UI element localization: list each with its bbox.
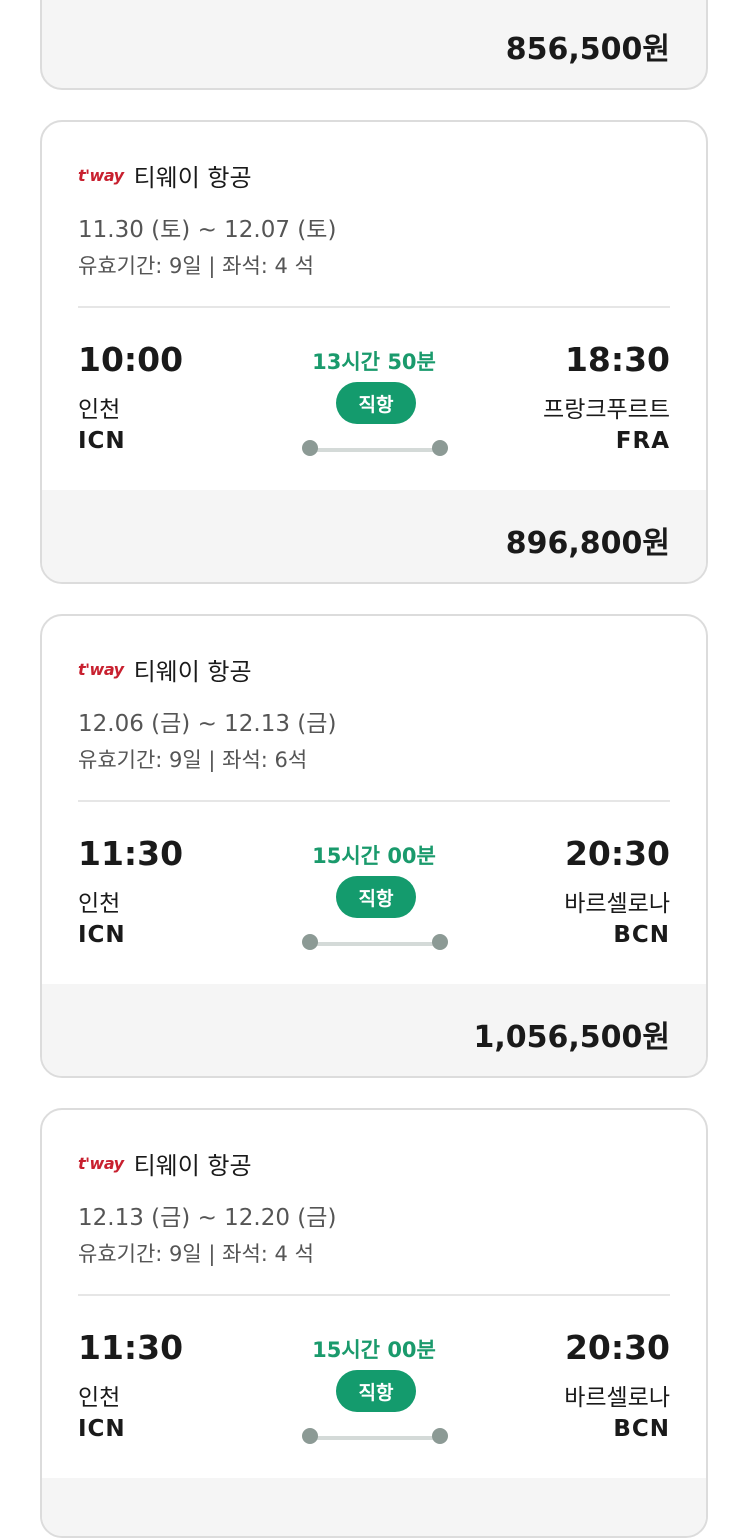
validity-seats: 유효기간: 9일 | 좌석: 4 석 xyxy=(78,1242,314,1266)
validity-seats: 유효기간: 9일 | 좌석: 6석 xyxy=(78,748,308,772)
departure-city: 인천 xyxy=(78,891,121,917)
route-start-dot xyxy=(302,934,318,950)
tway-logo: t'way xyxy=(78,1153,124,1173)
direct-flight-badge: 직항 xyxy=(336,876,416,918)
departure-code: ICN xyxy=(78,428,126,454)
departure-city: 인천 xyxy=(78,1385,121,1411)
divider xyxy=(78,800,670,802)
arrival-city: 프랑크푸르트 xyxy=(543,397,670,423)
route-end-dot xyxy=(432,440,448,456)
route-line xyxy=(310,942,440,946)
direct-flight-badge: 직항 xyxy=(336,1370,416,1412)
travel-dates: 12.13 (금) ~ 12.20 (금) xyxy=(78,1205,337,1231)
airline-row: t'way 티웨이 항공 xyxy=(78,1148,252,1180)
price: 856,500원 xyxy=(505,32,670,67)
route-end-dot xyxy=(432,1428,448,1444)
arrival-city: 바르셀로나 xyxy=(564,1385,670,1411)
departure-code: ICN xyxy=(78,1416,126,1442)
flight-card[interactable]: t'way 티웨이 항공 11.30 (토) ~ 12.07 (토) 유효기간:… xyxy=(40,120,708,584)
flight-card-partial[interactable]: 856,500원 xyxy=(40,0,708,90)
divider xyxy=(78,306,670,308)
departure-code: ICN xyxy=(78,922,126,948)
travel-dates: 11.30 (토) ~ 12.07 (토) xyxy=(78,217,337,243)
tway-logo: t'way xyxy=(78,659,124,679)
price: 1,056,500원 xyxy=(473,1020,670,1055)
arrival-code: BCN xyxy=(613,1416,670,1442)
airline-row: t'way 티웨이 항공 xyxy=(78,160,252,192)
flight-card[interactable]: t'way 티웨이 항공 12.06 (금) ~ 12.13 (금) 유효기간:… xyxy=(40,614,708,1078)
arrival-time: 20:30 xyxy=(564,1328,670,1367)
route-start-dot xyxy=(302,440,318,456)
airline-row: t'way 티웨이 항공 xyxy=(78,654,252,686)
flight-card[interactable]: t'way 티웨이 항공 12.13 (금) ~ 12.20 (금) 유효기간:… xyxy=(40,1108,708,1538)
arrival-code: BCN xyxy=(613,922,670,948)
arrival-time: 20:30 xyxy=(564,834,670,873)
price: 896,800원 xyxy=(505,526,670,561)
price-band xyxy=(42,1478,706,1536)
price-band: 1,056,500원 xyxy=(42,984,706,1076)
arrival-code: FRA xyxy=(615,428,670,454)
validity-seats: 유효기간: 9일 | 좌석: 4 석 xyxy=(78,254,314,278)
airline-name: 티웨이 항공 xyxy=(133,163,252,192)
airline-name: 티웨이 항공 xyxy=(133,657,252,686)
departure-city: 인천 xyxy=(78,397,121,423)
route-line xyxy=(310,448,440,452)
price-band: 896,800원 xyxy=(42,490,706,582)
tway-logo: t'way xyxy=(78,165,124,185)
airline-name: 티웨이 항공 xyxy=(133,1151,252,1180)
route-line xyxy=(310,1436,440,1440)
route-end-dot xyxy=(432,934,448,950)
arrival-city: 바르셀로나 xyxy=(564,891,670,917)
divider xyxy=(78,1294,670,1296)
direct-flight-badge: 직항 xyxy=(336,382,416,424)
travel-dates: 12.06 (금) ~ 12.13 (금) xyxy=(78,711,337,737)
arrival-time: 18:30 xyxy=(564,340,670,379)
route-start-dot xyxy=(302,1428,318,1444)
